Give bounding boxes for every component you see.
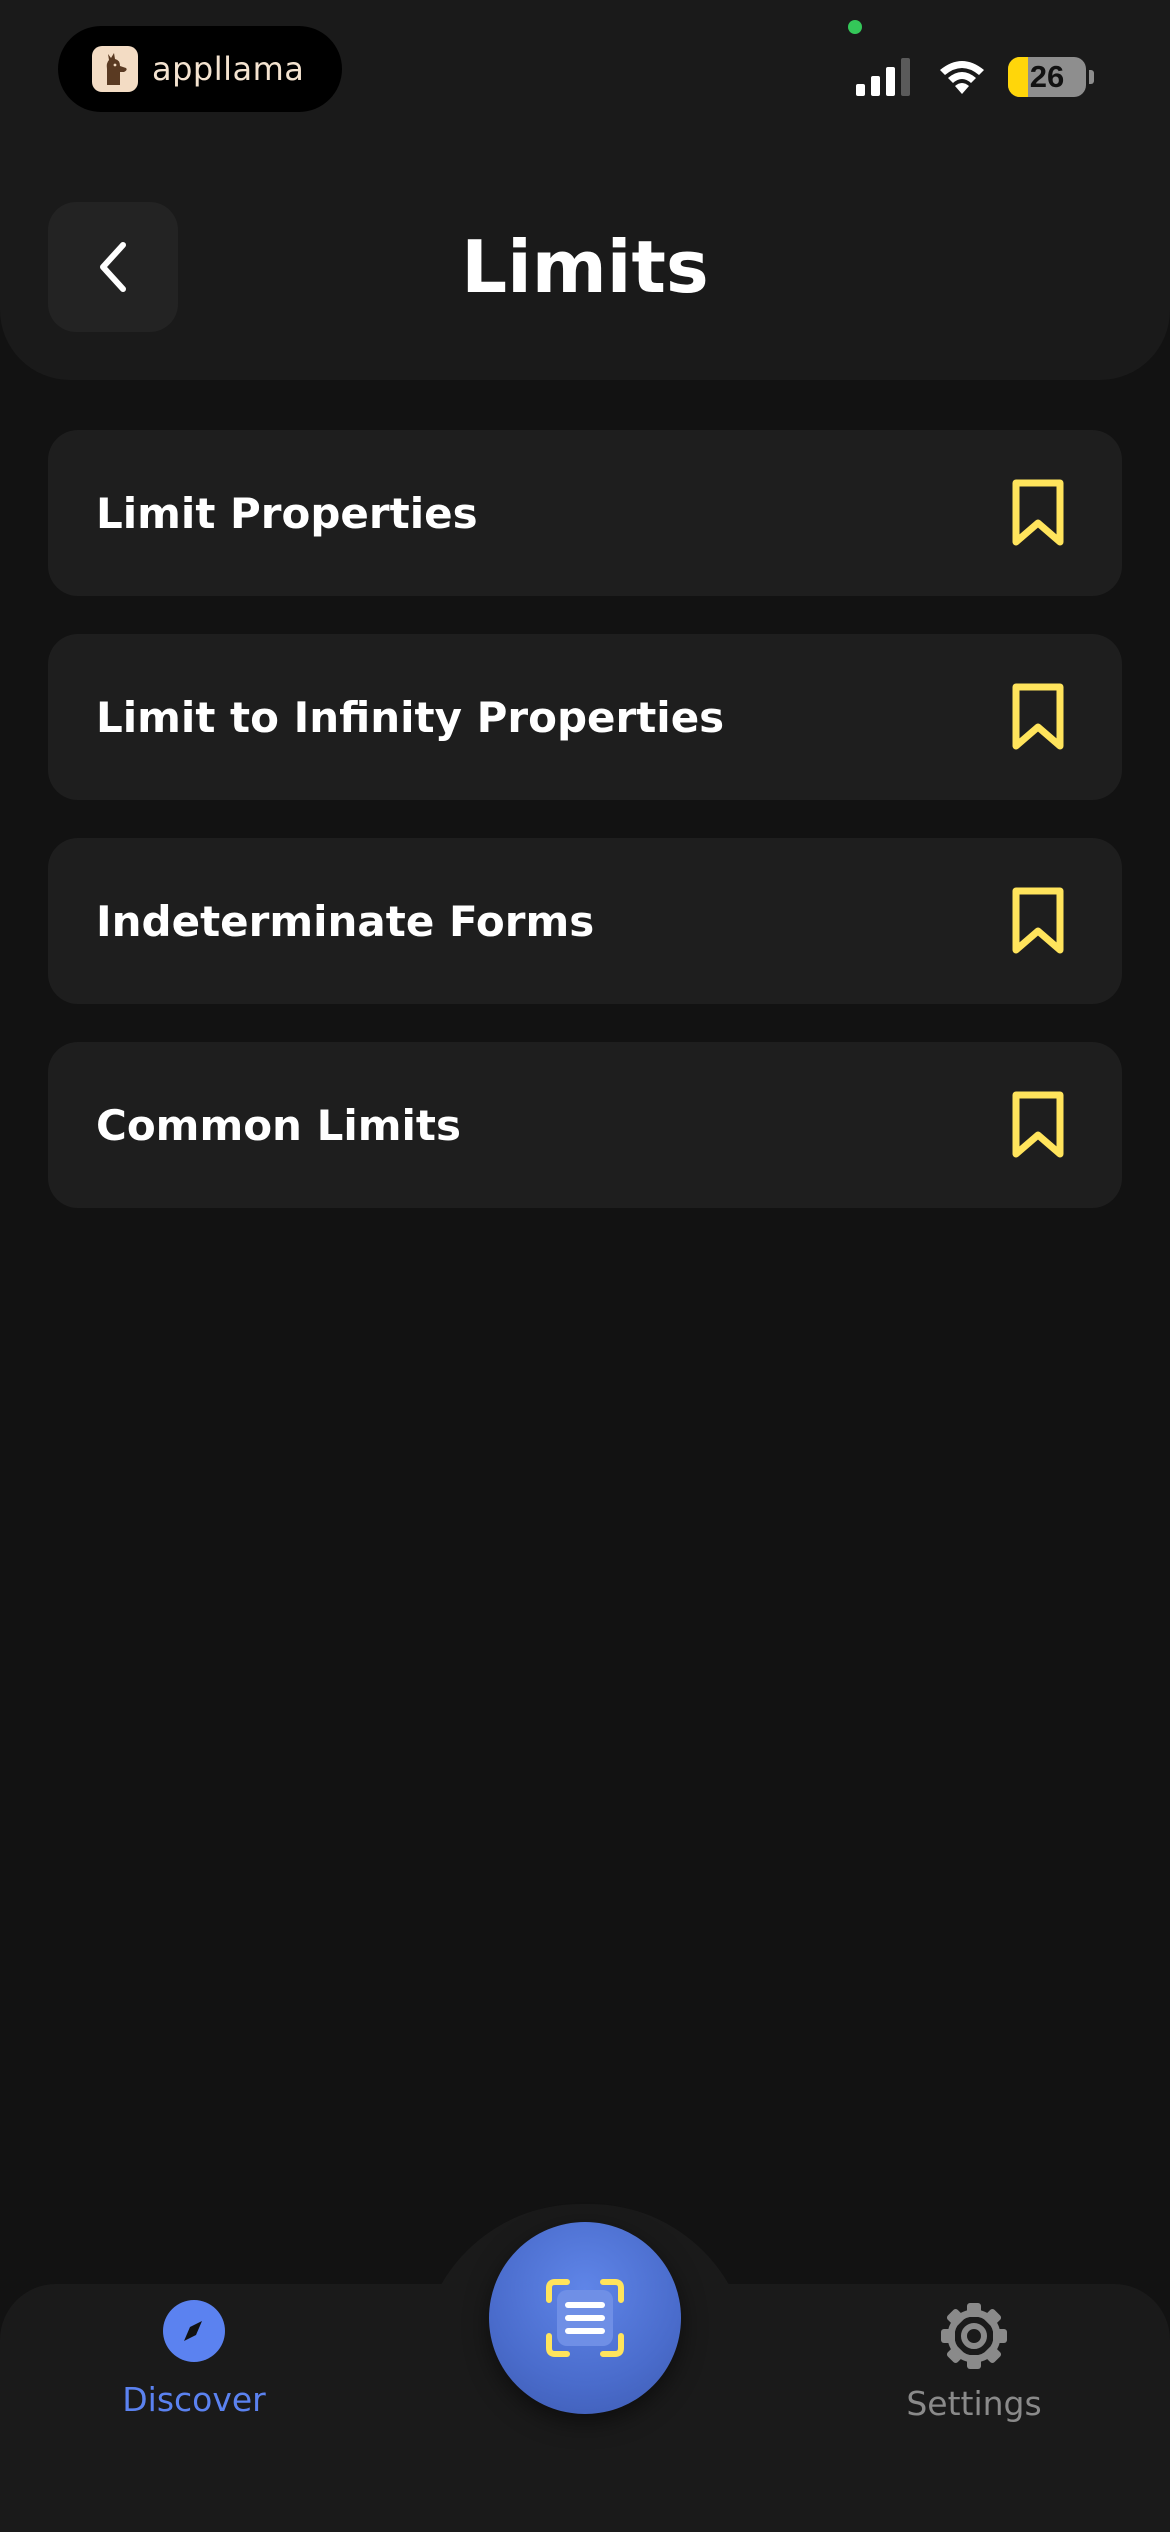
battery-cap — [1089, 70, 1094, 84]
app-indicator-pill[interactable]: appllama — [58, 26, 342, 112]
bookmark-icon[interactable] — [1010, 1091, 1066, 1159]
scan-button[interactable] — [489, 2222, 681, 2414]
cellular-signal-icon — [856, 58, 910, 96]
topic-item-indeterminate-forms[interactable]: Indeterminate Forms — [48, 838, 1122, 1004]
topic-title: Common Limits — [96, 1100, 461, 1150]
tab-discover[interactable]: Discover — [94, 2300, 294, 2430]
app-name: appllama — [152, 50, 305, 88]
tab-settings-label: Settings — [906, 2384, 1042, 2423]
topic-title: Indeterminate Forms — [96, 896, 595, 946]
llama-logo-icon — [92, 46, 138, 92]
tab-settings[interactable]: Settings — [874, 2300, 1074, 2430]
bookmark-icon[interactable] — [1010, 479, 1066, 547]
topic-item-limit-properties[interactable]: Limit Properties — [48, 430, 1122, 596]
screen: appllama 26 Limits Limit Properties Limi… — [0, 0, 1170, 2532]
bookmark-icon[interactable] — [1010, 683, 1066, 751]
tab-discover-label: Discover — [122, 2380, 266, 2419]
bookmark-icon[interactable] — [1010, 887, 1066, 955]
privacy-indicator-dot — [848, 20, 862, 34]
topic-list: Limit Properties Limit to Infinity Prope… — [48, 430, 1122, 1246]
topic-item-limit-to-infinity-properties[interactable]: Limit to Infinity Properties — [48, 634, 1122, 800]
chevron-left-icon — [100, 242, 126, 292]
back-button[interactable] — [48, 202, 178, 332]
scan-document-icon — [546, 2279, 624, 2357]
topic-title: Limit Properties — [96, 488, 478, 538]
battery-icon: 26 — [1008, 57, 1094, 97]
topic-item-common-limits[interactable]: Common Limits — [48, 1042, 1122, 1208]
page-title: Limits — [461, 225, 709, 309]
battery-level: 26 — [1029, 59, 1065, 94]
compass-icon — [163, 2300, 225, 2362]
topic-title: Limit to Infinity Properties — [96, 692, 725, 742]
wifi-icon — [940, 61, 984, 94]
battery-body: 26 — [1008, 57, 1086, 97]
gear-icon — [941, 2303, 1007, 2369]
